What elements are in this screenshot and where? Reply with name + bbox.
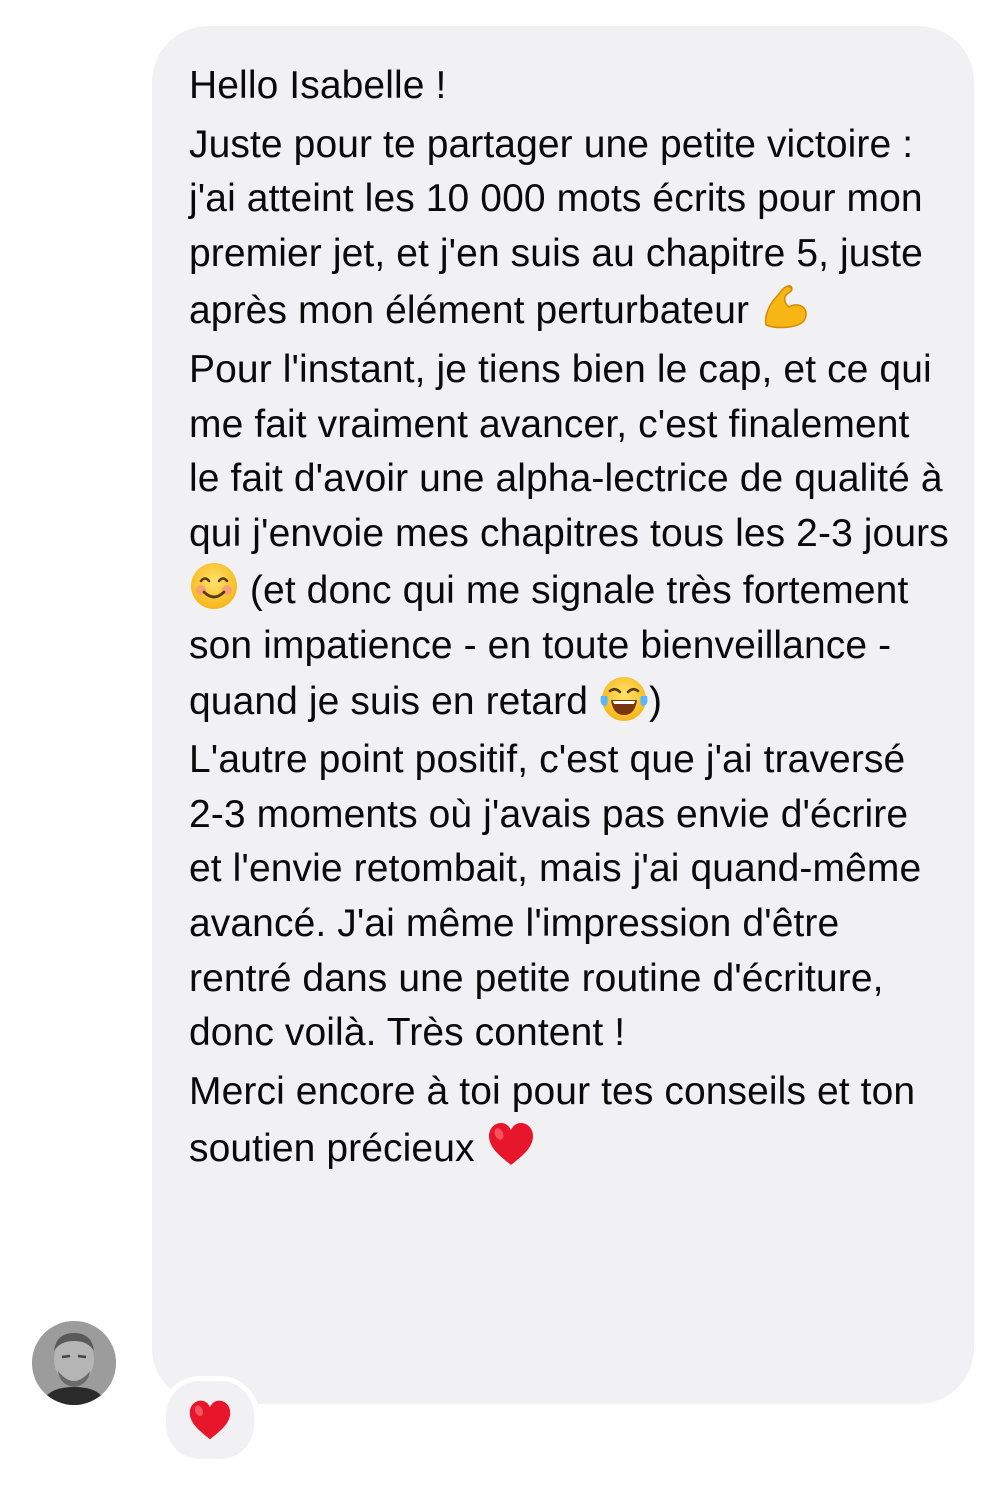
paragraph-progress-text-2: (et donc qui me signale très fortement s…: [189, 569, 909, 723]
paragraph-progress-text-3: ): [649, 679, 663, 723]
paragraph-thanks-text: Merci encore à toi pour tes conseils et …: [189, 1069, 916, 1171]
paragraph-victory-text: Juste pour te partager une petite victoi…: [189, 122, 923, 333]
message-paragraph-victory: Juste pour te partager une petite victoi…: [189, 118, 950, 339]
paragraph-progress-text-1: Pour l'instant, je tiens bien le cap, et…: [189, 347, 949, 555]
greeting-text: Hello Isabelle !: [189, 64, 447, 107]
message-greeting: Hello Isabelle !: [189, 59, 950, 114]
message-paragraph-thanks: Merci encore à toi pour tes conseils et …: [189, 1065, 950, 1177]
red-heart-icon: [488, 1123, 533, 1166]
paragraph-positive-text: L'autre point positif, c'est que j'ai tr…: [189, 738, 922, 1055]
heart-reaction-icon: [189, 1400, 231, 1440]
heart-reaction-badge[interactable]: [161, 1376, 259, 1464]
smiling-face-icon: [191, 563, 237, 610]
message-paragraph-positive: L'autre point positif, c'est que j'ai tr…: [189, 733, 950, 1061]
message-paragraph-progress: Pour l'instant, je tiens bien le cap, et…: [189, 343, 950, 729]
avatar-photo-icon: [32, 1321, 116, 1405]
sender-avatar[interactable]: [32, 1321, 116, 1405]
flexed-biceps-icon: [764, 285, 807, 329]
message-bubble[interactable]: Hello Isabelle ! Juste pour te partager …: [152, 26, 974, 1404]
tears-of-joy-icon: [600, 676, 648, 721]
